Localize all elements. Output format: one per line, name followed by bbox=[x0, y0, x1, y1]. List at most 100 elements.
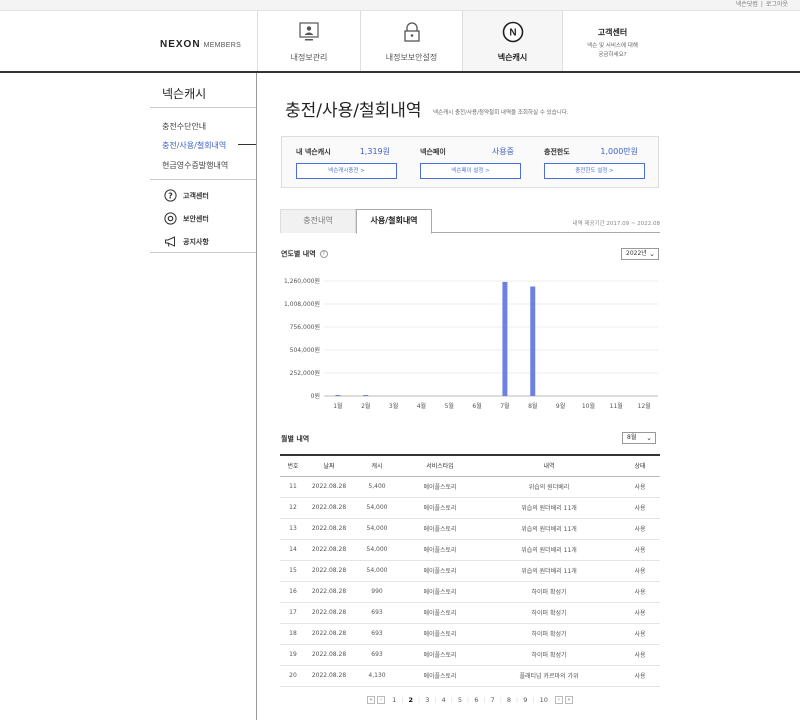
page-number[interactable]: 2 bbox=[408, 696, 413, 704]
yearly-section-title: 연도별 내역? bbox=[281, 249, 328, 259]
cell-detail: 플래티넘 카르마의 가위 bbox=[478, 665, 620, 687]
chart-x-tick-label: 10월 bbox=[582, 402, 595, 410]
table-header-row: 번호 날짜 캐시 서비스타입 내역 상태 bbox=[280, 454, 660, 477]
cell-detail: 하이퍼 확성기 bbox=[478, 644, 620, 666]
nexon-home-link[interactable]: 넥슨닷컴 bbox=[736, 1, 758, 8]
page-number[interactable]: 4 bbox=[442, 696, 446, 704]
divider bbox=[150, 107, 256, 108]
nexon-pay-settings-button[interactable]: 넥슨페이 설정 > bbox=[420, 163, 521, 179]
table-row: 19 2022.08.28 693 메이플스토리 하이퍼 확성기 사용 bbox=[280, 644, 660, 666]
page-number[interactable]: 6 bbox=[474, 696, 478, 704]
tab-use-withdraw-history[interactable]: 사용/철회내역 bbox=[356, 209, 432, 234]
chart-y-tick-label: 1,260,000원 bbox=[284, 277, 320, 285]
cell-cash: 693 bbox=[352, 644, 402, 666]
sidebar-link-customer-center[interactable]: ? 고객센터 bbox=[164, 189, 209, 202]
chart-bar[interactable] bbox=[502, 281, 508, 396]
cell-date: 2022.08.28 bbox=[306, 560, 352, 582]
cell-service: 메이플스토리 bbox=[402, 602, 478, 624]
cell-service: 메이플스토리 bbox=[402, 518, 478, 540]
charge-limit-settings-button[interactable]: 충전한도 설정 > bbox=[544, 163, 645, 179]
page-number[interactable]: 5 bbox=[458, 696, 462, 704]
prev-page-icon[interactable]: ‹ bbox=[377, 696, 386, 704]
logout-link[interactable]: 로그아웃 bbox=[766, 1, 788, 8]
cell-detail: 위습의 원더베리 11개 bbox=[478, 518, 620, 540]
cell-status: 사용 bbox=[620, 518, 660, 540]
customer-center-title: 고객센터 bbox=[597, 28, 628, 37]
sidebar-link-notice[interactable]: 공지사항 bbox=[164, 235, 209, 248]
chart-bar[interactable] bbox=[363, 395, 369, 396]
page-number[interactable]: 8 bbox=[507, 696, 511, 704]
table-row: 13 2022.08.28 54,000 메이플스토리 위습의 원더베리 11개 사용 bbox=[280, 518, 660, 540]
page-number[interactable]: 10 bbox=[540, 696, 548, 704]
page-number[interactable]: 1 bbox=[392, 696, 396, 704]
summary-label: 충전한도 bbox=[544, 148, 570, 156]
cell-cash: 4,130 bbox=[352, 665, 402, 687]
summary-nexon-pay: 넥슨페이 사용중 넥슨페이 설정 > bbox=[406, 137, 530, 189]
cell-no: 20 bbox=[280, 665, 306, 687]
sidebar-title: 넥슨캐시 bbox=[162, 87, 207, 101]
cell-date: 2022.08.28 bbox=[306, 497, 352, 519]
customer-center-desc: 넥슨 및 서비스에 대해 궁금하세요? bbox=[587, 43, 638, 58]
next-page-icon[interactable]: › bbox=[554, 696, 563, 704]
cell-cash: 54,000 bbox=[352, 539, 402, 561]
chart-x-tick-label: 4월 bbox=[417, 402, 426, 410]
cell-detail: 위습의 원더베리 bbox=[478, 476, 620, 498]
history-tabs: 충전내역 사용/철회내역 내역 제공기간 2017.09 ~ 2022.08 bbox=[280, 209, 660, 234]
summary-value: 1,000만원 bbox=[600, 147, 638, 156]
help-icon[interactable]: ? bbox=[319, 250, 328, 258]
col-header-cash: 캐시 bbox=[352, 454, 402, 477]
first-page-icon[interactable]: « bbox=[367, 696, 376, 704]
svg-text:N: N bbox=[509, 28, 516, 39]
cell-cash: 54,000 bbox=[352, 560, 402, 582]
cell-detail: 위습의 원더베리 11개 bbox=[478, 497, 620, 519]
chart-x-tick-label: 7월 bbox=[500, 402, 509, 410]
top-utility-bar: 넥슨닷컴 | 로그아웃 bbox=[0, 0, 800, 11]
cell-no: 15 bbox=[280, 560, 306, 582]
history-period: 내역 제공기간 2017.09 ~ 2022.08 bbox=[572, 221, 660, 227]
customer-center-panel[interactable]: 고객센터 넥슨 및 서비스에 대해 궁금하세요? bbox=[562, 11, 662, 71]
cell-service: 메이플스토리 bbox=[402, 497, 478, 519]
cell-no: 18 bbox=[280, 623, 306, 645]
nexon-members-logo[interactable]: NEXON MEMBERS bbox=[160, 39, 241, 50]
chart-x-tick-label: 1월 bbox=[333, 402, 342, 410]
sidebar-item-payment-guide[interactable]: 충전수단안내 bbox=[162, 121, 206, 132]
chart-x-tick-label: 3월 bbox=[389, 402, 398, 410]
month-select[interactable]: 8월 ⌄ bbox=[622, 432, 656, 444]
sidebar-divider bbox=[256, 73, 257, 720]
cell-status: 사용 bbox=[620, 497, 660, 519]
page-description: 넥슨캐시 충전/사용/청약철회 내역을 조회하실 수 있습니다. bbox=[433, 110, 569, 116]
year-select[interactable]: 2022년 ⌄ bbox=[621, 248, 659, 260]
history-table: 번호 날짜 캐시 서비스타입 내역 상태 11 2022.08.28 5,400 메이… bbox=[280, 454, 660, 687]
page-number[interactable]: 9 bbox=[523, 696, 527, 704]
chart-x-tick-label: 9월 bbox=[556, 402, 565, 410]
chart-bar[interactable] bbox=[335, 395, 341, 396]
nav-tab-security[interactable]: 내정보보안설정 bbox=[360, 11, 462, 71]
sidebar-item-cash-receipt[interactable]: 현금영수증발행내역 bbox=[162, 160, 228, 171]
nav-tab-profile[interactable]: 내정보관리 bbox=[257, 11, 360, 71]
cell-date: 2022.08.28 bbox=[306, 602, 352, 624]
cell-status: 사용 bbox=[620, 602, 660, 624]
cell-detail: 위습의 원더베리 11개 bbox=[478, 539, 620, 561]
cell-service: 메이플스토리 bbox=[402, 539, 478, 561]
chart-bar[interactable] bbox=[530, 286, 536, 396]
cell-service: 메이플스토리 bbox=[402, 623, 478, 645]
summary-charge-limit: 충전한도 1,000만원 충전한도 설정 > bbox=[530, 137, 654, 189]
svg-text:?: ? bbox=[168, 191, 173, 200]
page-number[interactable]: 7 bbox=[491, 696, 495, 704]
cell-status: 사용 bbox=[620, 623, 660, 645]
table-row: 15 2022.08.28 54,000 메이플스토리 위습의 원더베리 11개 사용 bbox=[280, 560, 660, 582]
cell-date: 2022.08.28 bbox=[306, 644, 352, 666]
chevron-down-icon: ⌄ bbox=[649, 250, 655, 258]
charge-cash-button[interactable]: 넥슨캐시충전 > bbox=[296, 163, 397, 179]
cell-status: 사용 bbox=[620, 665, 660, 687]
tab-charge-history[interactable]: 충전내역 bbox=[280, 209, 356, 233]
cell-date: 2022.08.28 bbox=[306, 623, 352, 645]
cell-service: 메이플스토리 bbox=[402, 560, 478, 582]
table-row: 18 2022.08.28 693 메이플스토리 하이퍼 확성기 사용 bbox=[280, 623, 660, 645]
page-number[interactable]: 3 bbox=[425, 696, 429, 704]
nav-tab-nexon-cash[interactable]: N 넥슨캐시 bbox=[462, 11, 562, 71]
table-row: 16 2022.08.28 990 메이플스토리 하이퍼 확성기 사용 bbox=[280, 581, 660, 603]
last-page-icon[interactable]: » bbox=[564, 696, 573, 704]
sidebar-link-security-center[interactable]: 보안센터 bbox=[164, 212, 209, 225]
sidebar-item-history[interactable]: 충전/사용/철회내역 bbox=[162, 140, 226, 151]
